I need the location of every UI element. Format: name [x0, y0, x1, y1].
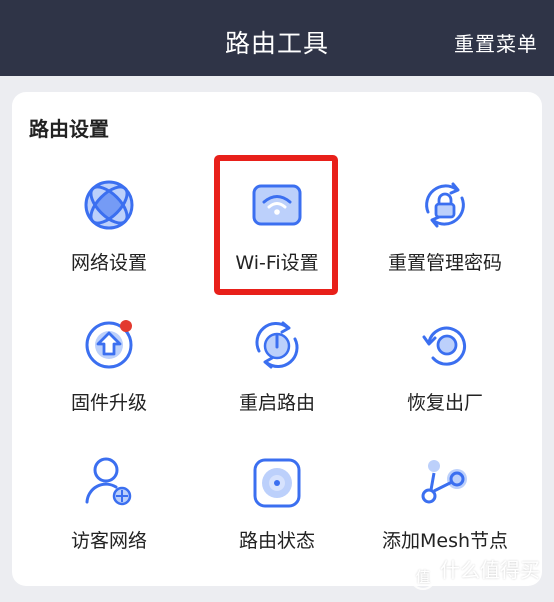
- header-bar: 路由工具 重置菜单: [0, 0, 554, 76]
- tile-network-settings[interactable]: 网络设置: [24, 178, 194, 308]
- tile-label: 路由状态: [238, 530, 315, 552]
- tile-reset-admin-password[interactable]: 重置管理密码: [360, 178, 530, 308]
- tile-label: 重置管理密码: [387, 252, 502, 274]
- mesh-node-icon: [418, 456, 472, 510]
- guest-user-icon: [82, 456, 136, 510]
- tile-guest-network[interactable]: 访客网络: [24, 456, 194, 586]
- tile-label: 添加Mesh节点: [381, 530, 509, 552]
- tile-label: 访客网络: [70, 530, 147, 552]
- tile-factory-reset[interactable]: 恢复出厂: [360, 318, 530, 448]
- tile-label: 重启路由: [238, 392, 315, 414]
- watermark-logo-icon: 值: [410, 564, 436, 590]
- router-settings-card: 路由设置 网络设置 Wi-Fi设置 重置管理密码 固件升级 重启路由 恢复出厂 …: [12, 92, 542, 586]
- power-restart-icon: [250, 318, 304, 372]
- lock-reset-icon: [418, 178, 472, 232]
- tile-restart-router[interactable]: 重启路由: [192, 318, 362, 448]
- globe-icon: [82, 178, 136, 232]
- tile-router-status[interactable]: 路由状态: [192, 456, 362, 586]
- firmware-upgrade-icon: [82, 318, 136, 372]
- tile-firmware-upgrade[interactable]: 固件升级: [24, 318, 194, 448]
- section-title: 路由设置: [29, 117, 109, 141]
- tile-label: 固件升级: [70, 392, 147, 414]
- watermark: 值什么值得买: [410, 554, 540, 590]
- update-badge: [120, 320, 132, 332]
- factory-reset-icon: [418, 318, 472, 372]
- router-status-icon: [250, 456, 304, 510]
- tile-label: 网络设置: [70, 252, 147, 274]
- tile-label: 恢复出厂: [406, 392, 483, 414]
- reset-menu-button[interactable]: 重置菜单: [454, 28, 538, 57]
- highlight-box: [214, 155, 338, 295]
- watermark-text: 什么值得买: [440, 558, 540, 582]
